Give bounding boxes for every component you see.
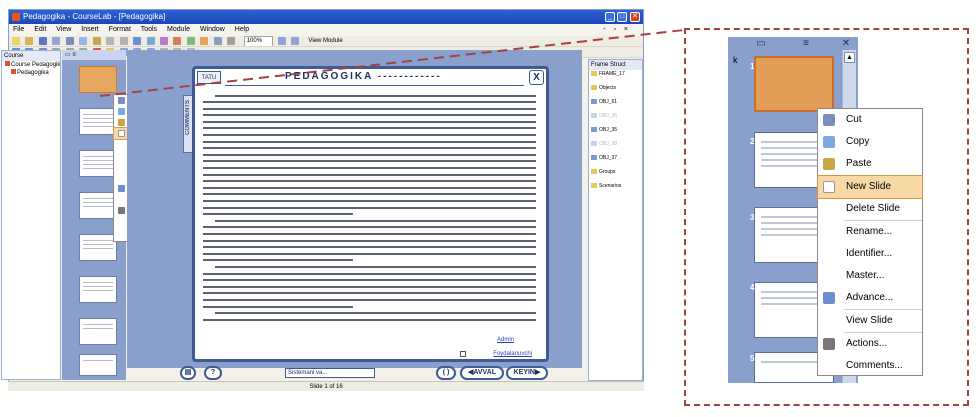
menu-item-advance[interactable]: Advance... <box>818 287 922 309</box>
context-menu-zoomed: Cut Copy Paste New Slide Delete Slide Re… <box>817 108 923 376</box>
slide-number: 3 <box>750 213 755 222</box>
stray-letter: k <box>733 55 738 65</box>
zoomed-slide-thumbnail-1[interactable] <box>754 56 834 112</box>
menu-item-actions[interactable]: Actions... <box>818 333 922 355</box>
list-view-icon[interactable]: ≡ <box>801 39 811 49</box>
advance-icon <box>823 292 835 304</box>
slide-number: 5 <box>750 354 755 363</box>
close-strip-icon[interactable]: ✕ <box>841 39 851 49</box>
new-slide-icon <box>823 181 835 193</box>
slide-number: 2 <box>750 137 755 146</box>
menu-item-view-slide[interactable]: View Slide <box>818 310 922 332</box>
menu-item-new-slide[interactable]: New Slide <box>817 175 923 199</box>
scroll-up-icon[interactable]: ▲ <box>844 52 855 63</box>
slide-number: 1 <box>750 62 755 71</box>
thumbnail-view-icon[interactable]: ▭ <box>756 39 766 49</box>
menu-item-master[interactable]: Master... <box>818 265 922 287</box>
scissors-icon <box>823 114 835 126</box>
menu-item-comments[interactable]: Comments... <box>818 355 922 377</box>
menu-item-paste[interactable]: Paste <box>818 153 922 175</box>
paste-icon <box>823 158 835 170</box>
actions-icon <box>823 338 835 350</box>
copy-icon <box>823 136 835 148</box>
menu-item-delete-slide[interactable]: Delete Slide <box>818 198 922 220</box>
menu-item-identifier[interactable]: Identifier... <box>818 243 922 265</box>
menu-item-cut[interactable]: Cut <box>818 109 922 131</box>
slide-number: 4 <box>750 283 755 292</box>
menu-item-rename[interactable]: Rename... <box>818 221 922 243</box>
menu-item-copy[interactable]: Copy <box>818 131 922 153</box>
